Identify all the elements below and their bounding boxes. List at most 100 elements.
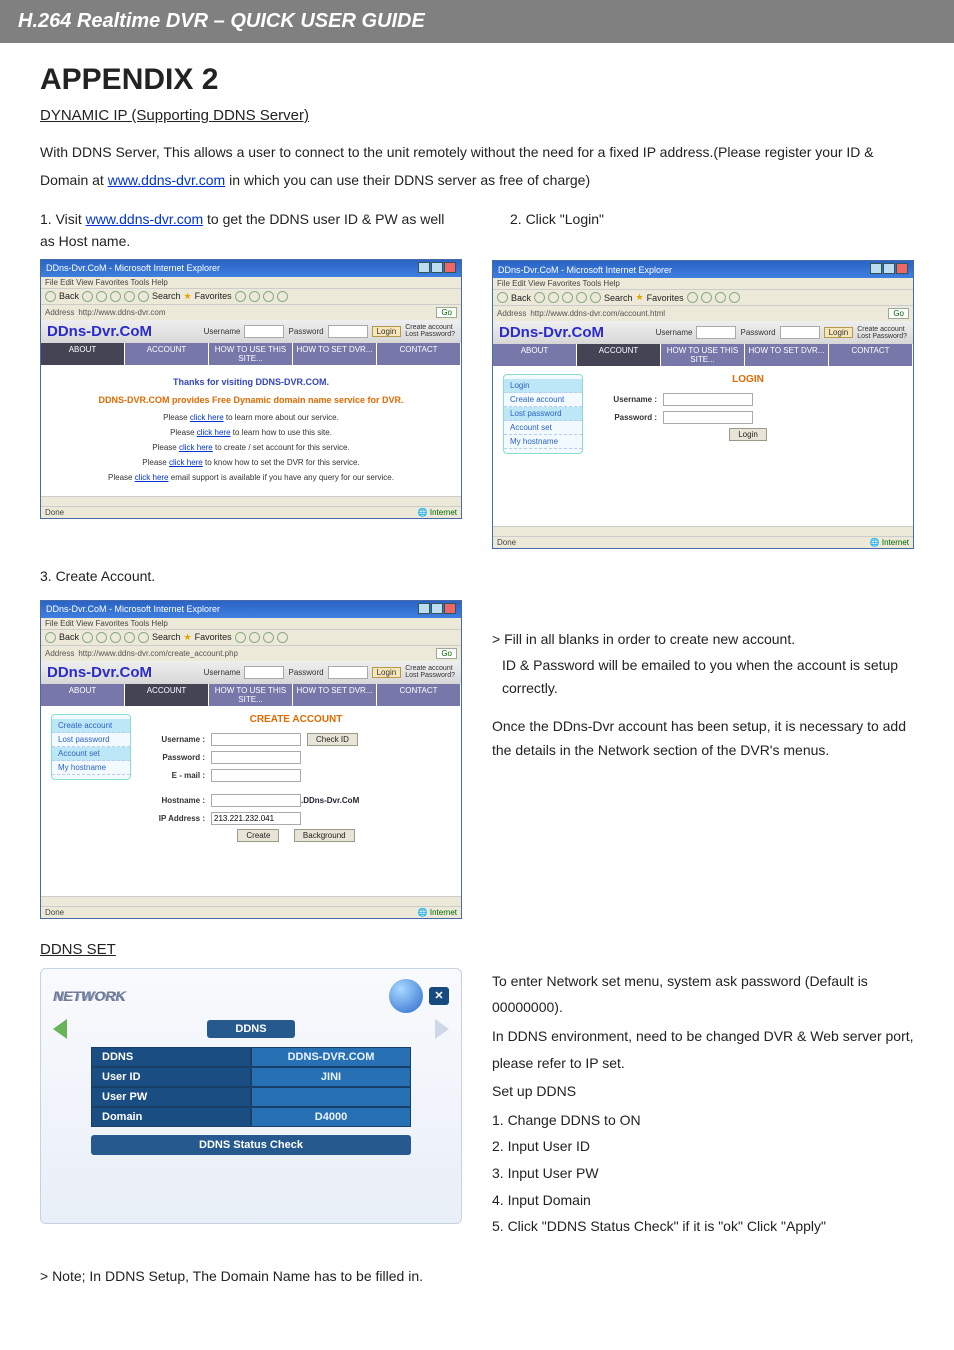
mail-icon3[interactable]	[263, 632, 274, 643]
l1-link[interactable]: click here	[190, 413, 224, 422]
nav-about[interactable]: ABOUT	[41, 343, 125, 365]
favorites-icon3[interactable]: ★	[184, 632, 192, 643]
stop-icon2[interactable]	[548, 292, 559, 303]
ie-toolbar3[interactable]: Back Search ★Favorites	[41, 630, 461, 646]
create-host-input[interactable]	[211, 794, 301, 807]
go-button2[interactable]: Go	[888, 308, 909, 319]
mini-pass-input[interactable]	[328, 325, 368, 338]
search-icon2[interactable]	[590, 292, 601, 303]
fwd-icon3[interactable]	[82, 632, 93, 643]
login-user-input[interactable]	[663, 393, 753, 406]
nav2-howset[interactable]: HOW TO SET DVR...	[745, 344, 829, 366]
mini-lost-link[interactable]: Lost Password?	[405, 331, 455, 338]
nav2-about[interactable]: ABOUT	[493, 344, 577, 366]
ddns-status-check-button[interactable]: DDNS Status Check	[91, 1135, 411, 1155]
mail-icon2[interactable]	[715, 292, 726, 303]
mini-create-link[interactable]: Create account	[405, 324, 455, 331]
side-host[interactable]: My hostname	[504, 435, 582, 449]
row2-val[interactable]	[251, 1087, 411, 1107]
mini-create-link3[interactable]: Create account	[405, 665, 455, 672]
search-icon[interactable]	[138, 291, 149, 302]
mini-login-button3[interactable]: Login	[372, 667, 402, 678]
side3-acct[interactable]: Account set	[52, 747, 130, 761]
ie-menu3[interactable]: File Edit View Favorites Tools Help	[41, 618, 461, 630]
side-lost[interactable]: Lost password	[504, 407, 582, 421]
create-button[interactable]: Create	[237, 829, 279, 842]
side3-lost[interactable]: Lost password	[52, 733, 130, 747]
history-icon[interactable]	[249, 291, 260, 302]
ie-address-bar3[interactable]: Address http://www.ddns-dvr.com/create_a…	[41, 646, 461, 661]
nav3-contact[interactable]: CONTACT	[377, 684, 461, 706]
check-id-button[interactable]: Check ID	[307, 733, 358, 746]
create-email-input[interactable]	[211, 769, 301, 782]
login-pass-input[interactable]	[663, 411, 753, 424]
l5-link[interactable]: click here	[135, 473, 169, 482]
l2-link[interactable]: click here	[197, 428, 231, 437]
history-icon2[interactable]	[701, 292, 712, 303]
refresh-icon2[interactable]	[562, 292, 573, 303]
mini-user-input[interactable]	[244, 325, 284, 338]
refresh-icon[interactable]	[110, 291, 121, 302]
scrollbar2[interactable]	[493, 526, 913, 536]
side-acct[interactable]: Account set	[504, 421, 582, 435]
scrollbar[interactable]	[41, 496, 461, 506]
row0-val[interactable]: DDNS-DVR.COM	[251, 1047, 411, 1067]
side-create[interactable]: Create account	[504, 393, 582, 407]
ie-menu[interactable]: File Edit View Favorites Tools Help	[41, 277, 461, 289]
stop-icon[interactable]	[96, 291, 107, 302]
mini-lost-link2[interactable]: Lost Password?	[857, 333, 907, 340]
mini-user-input3[interactable]	[244, 666, 284, 679]
l4-link[interactable]: click here	[169, 458, 203, 467]
go-button3[interactable]: Go	[436, 648, 457, 659]
print-icon2[interactable]	[729, 292, 740, 303]
home-icon2[interactable]	[576, 292, 587, 303]
ddns-tab[interactable]: DDNS	[207, 1020, 294, 1038]
nav2-account[interactable]: ACCOUNT	[577, 344, 661, 366]
home-icon[interactable]	[124, 291, 135, 302]
scrollbar3[interactable]	[41, 896, 461, 906]
side3-host[interactable]: My hostname	[52, 761, 130, 775]
side3-create[interactable]: Create account	[52, 719, 130, 733]
media-icon2[interactable]	[687, 292, 698, 303]
mini-login-button2[interactable]: Login	[824, 327, 854, 338]
mini-pass-input3[interactable]	[328, 666, 368, 679]
history-icon3[interactable]	[249, 632, 260, 643]
close-icon[interactable]: ✕	[429, 987, 449, 1005]
home-icon3[interactable]	[124, 632, 135, 643]
ie-address-bar[interactable]: Address http://www.ddns-dvr.com Go	[41, 305, 461, 320]
mini-user-input2[interactable]	[696, 326, 736, 339]
ie-address-bar2[interactable]: Address http://www.ddns-dvr.com/account.…	[493, 306, 913, 321]
favorites-icon[interactable]: ★	[184, 291, 192, 302]
search-icon3[interactable]	[138, 632, 149, 643]
prev-icon[interactable]	[53, 1019, 67, 1039]
side-login[interactable]: Login	[504, 379, 582, 393]
nav-account[interactable]: ACCOUNT	[125, 343, 209, 365]
ie-toolbar2[interactable]: Back Search ★Favorites	[493, 290, 913, 306]
ie-menu2[interactable]: File Edit View Favorites Tools Help	[493, 278, 913, 290]
refresh-icon3[interactable]	[110, 632, 121, 643]
window-controls2[interactable]	[869, 263, 908, 276]
step1-link[interactable]: www.ddns-dvr.com	[86, 211, 203, 227]
row3-val[interactable]: D4000	[251, 1107, 411, 1127]
create-pass-input[interactable]	[211, 751, 301, 764]
go-button[interactable]: Go	[436, 307, 457, 318]
print-icon3[interactable]	[277, 632, 288, 643]
print-icon[interactable]	[277, 291, 288, 302]
stop-icon3[interactable]	[96, 632, 107, 643]
media-icon3[interactable]	[235, 632, 246, 643]
login-submit[interactable]: Login	[729, 428, 767, 441]
background-button[interactable]: Background	[294, 829, 355, 842]
nav3-about[interactable]: ABOUT	[41, 684, 125, 706]
nav3-howset[interactable]: HOW TO SET DVR...	[293, 684, 377, 706]
favorites-icon2[interactable]: ★	[636, 292, 644, 303]
nav2-contact[interactable]: CONTACT	[829, 344, 913, 366]
mail-icon[interactable]	[263, 291, 274, 302]
nav-howset[interactable]: HOW TO SET DVR...	[293, 343, 377, 365]
create-user-input[interactable]	[211, 733, 301, 746]
nav-howuse[interactable]: HOW TO USE THIS SITE...	[209, 343, 293, 365]
intro-link[interactable]: www.ddns-dvr.com	[108, 172, 225, 188]
nav3-howuse[interactable]: HOW TO USE THIS SITE...	[209, 684, 293, 706]
mini-lost-link3[interactable]: Lost Password?	[405, 672, 455, 679]
nav3-account[interactable]: ACCOUNT	[125, 684, 209, 706]
nav2-howuse[interactable]: HOW TO USE THIS SITE...	[661, 344, 745, 366]
